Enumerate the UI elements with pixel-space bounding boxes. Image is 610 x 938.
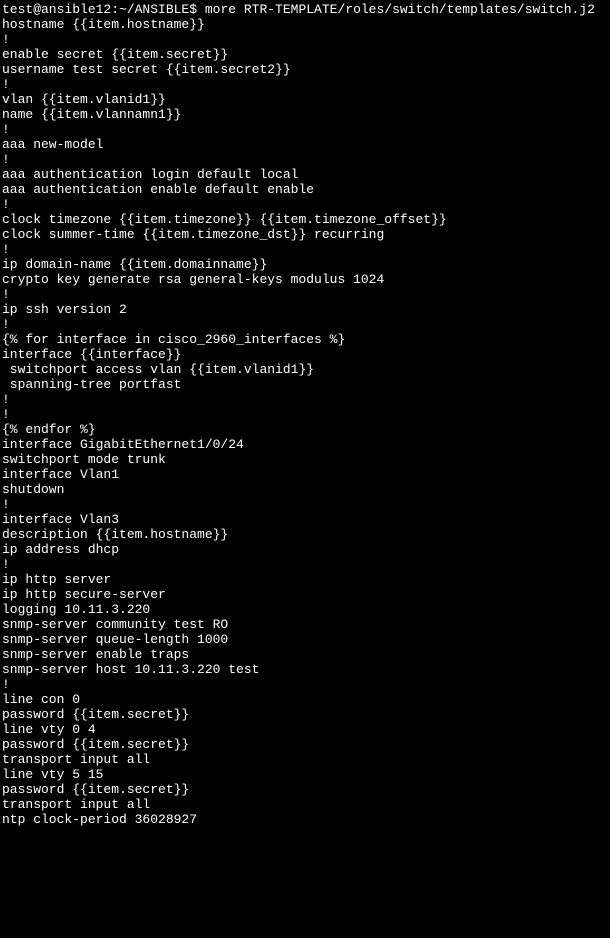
- output-line: transport input all: [2, 797, 608, 812]
- output-line: {% for interface in cisco_2960_interface…: [2, 332, 608, 347]
- output-line: line vty 5 15: [2, 767, 608, 782]
- output-line: line vty 0 4: [2, 722, 608, 737]
- output-line: snmp-server queue-length 1000: [2, 632, 608, 647]
- output-line: spanning-tree portfast: [2, 377, 608, 392]
- output-line: aaa authentication enable default enable: [2, 182, 608, 197]
- output-line: !: [2, 242, 608, 257]
- output-line: password {{item.secret}}: [2, 782, 608, 797]
- output-line: password {{item.secret}}: [2, 737, 608, 752]
- output-line: switchport mode trunk: [2, 452, 608, 467]
- output-line: aaa new-model: [2, 137, 608, 152]
- output-line: !: [2, 407, 608, 422]
- output-line: interface GigabitEthernet1/0/24: [2, 437, 608, 452]
- output-line: shutdown: [2, 482, 608, 497]
- output-line: aaa authentication login default local: [2, 167, 608, 182]
- output-line: ip address dhcp: [2, 542, 608, 557]
- output-line: !: [2, 32, 608, 47]
- output-line: ip http secure-server: [2, 587, 608, 602]
- output-line: snmp-server host 10.11.3.220 test: [2, 662, 608, 677]
- output-line: !: [2, 317, 608, 332]
- output-line: ip ssh version 2: [2, 302, 608, 317]
- output-line: snmp-server community test RO: [2, 617, 608, 632]
- output-line: clock timezone {{item.timezone}} {{item.…: [2, 212, 608, 227]
- output-line: switchport access vlan {{item.vlanid1}}: [2, 362, 608, 377]
- output-line: transport input all: [2, 752, 608, 767]
- output-line: !: [2, 152, 608, 167]
- output-line: ntp clock-period 36028927: [2, 812, 608, 827]
- command-line[interactable]: test@ansible12:~/ANSIBLE$ more RTR-TEMPL…: [2, 2, 608, 17]
- output-line: interface Vlan1: [2, 467, 608, 482]
- output-line: line con 0: [2, 692, 608, 707]
- output-line: interface {{interface}}: [2, 347, 608, 362]
- output-line: ip domain-name {{item.domainname}}: [2, 257, 608, 272]
- output-line: !: [2, 77, 608, 92]
- file-output: hostname {{item.hostname}}!enable secret…: [2, 17, 608, 827]
- shell-prompt: test@ansible12:~/ANSIBLE$: [2, 2, 205, 17]
- output-line: vlan {{item.vlanid1}}: [2, 92, 608, 107]
- output-line: clock summer-time {{item.timezone_dst}} …: [2, 227, 608, 242]
- output-line: ip http server: [2, 572, 608, 587]
- output-line: !: [2, 287, 608, 302]
- command-text: more RTR-TEMPLATE/roles/switch/templates…: [205, 2, 595, 17]
- output-line: password {{item.secret}}: [2, 707, 608, 722]
- output-line: logging 10.11.3.220: [2, 602, 608, 617]
- output-line: username test secret {{item.secret2}}: [2, 62, 608, 77]
- output-line: !: [2, 497, 608, 512]
- output-line: !: [2, 677, 608, 692]
- output-line: description {{item.hostname}}: [2, 527, 608, 542]
- output-line: !: [2, 197, 608, 212]
- output-line: hostname {{item.hostname}}: [2, 17, 608, 32]
- output-line: !: [2, 392, 608, 407]
- output-line: snmp-server enable traps: [2, 647, 608, 662]
- output-line: !: [2, 122, 608, 137]
- output-line: enable secret {{item.secret}}: [2, 47, 608, 62]
- output-line: !: [2, 557, 608, 572]
- output-line: name {{item.vlannamn1}}: [2, 107, 608, 122]
- output-line: crypto key generate rsa general-keys mod…: [2, 272, 608, 287]
- output-line: interface Vlan3: [2, 512, 608, 527]
- output-line: {% endfor %}: [2, 422, 608, 437]
